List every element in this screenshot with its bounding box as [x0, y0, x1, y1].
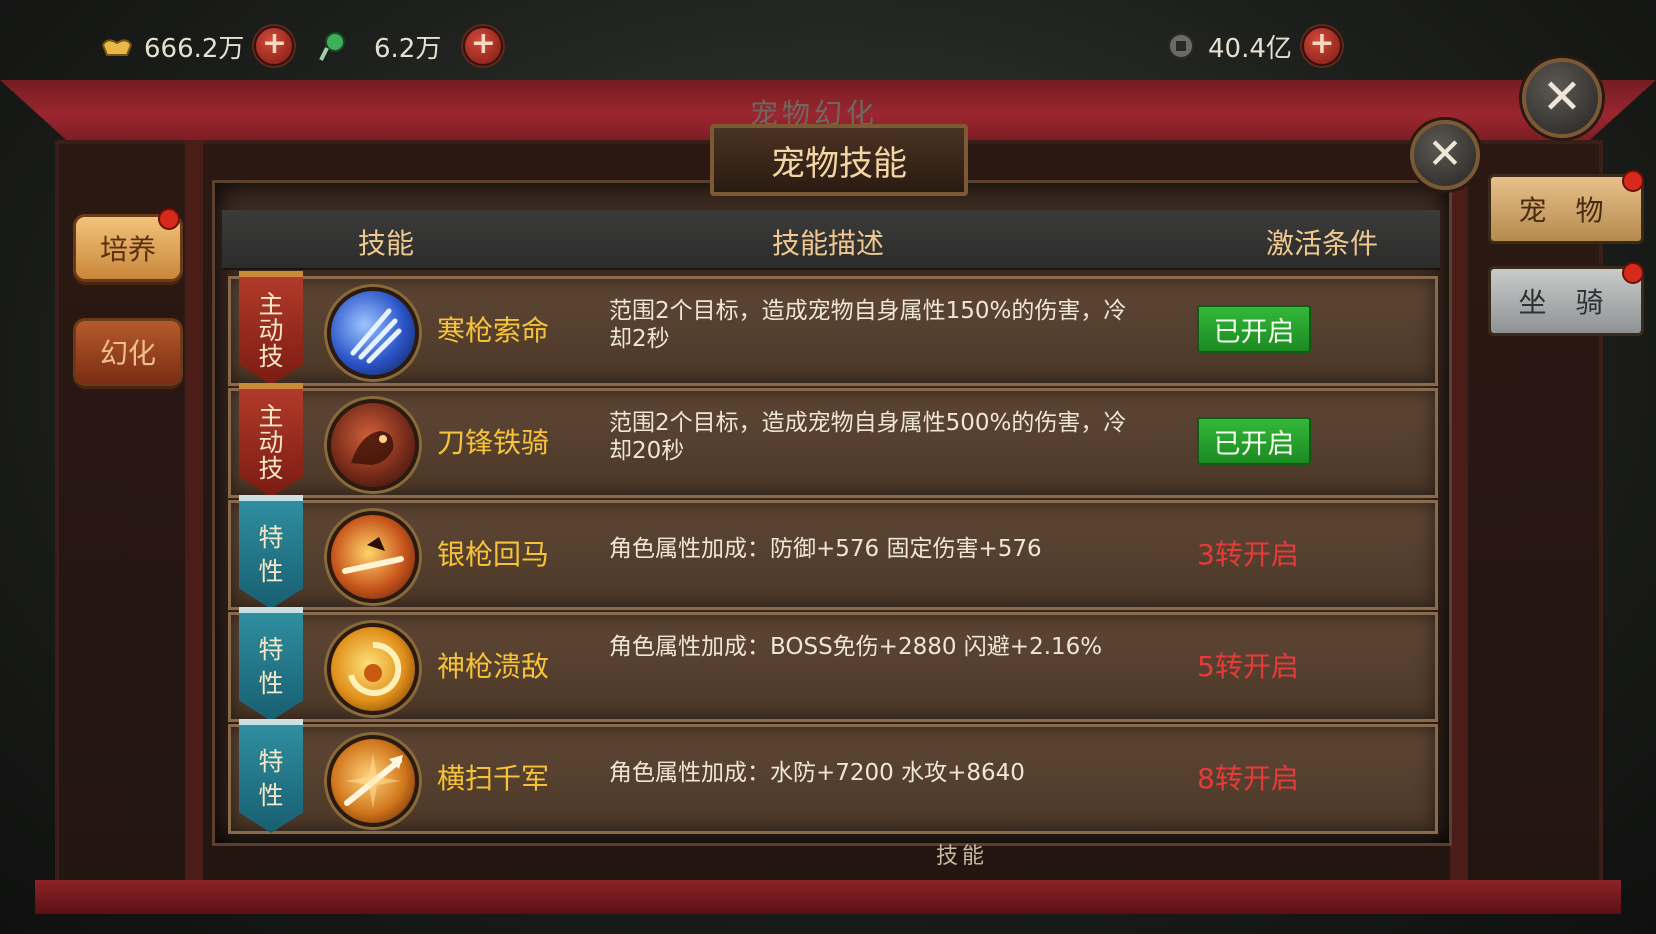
skill-description: 范围2个目标，造成宠物自身属性150%的伤害，冷却2秒	[609, 298, 1127, 352]
skill-name: 刀锋铁骑	[437, 426, 550, 459]
resource-gold: 666.2万 +	[100, 24, 295, 68]
skill-row[interactable]: 特 性 横扫千军 角色属性加成：水防+7200 水攻+8640 8转开启	[228, 719, 1438, 834]
jade-icon	[316, 29, 350, 63]
unlock-condition: 8转开启	[1197, 762, 1299, 795]
skill-type-badge: 特 性	[239, 607, 303, 721]
header-description: 技能描述	[772, 227, 885, 260]
coin-amount: 40.4亿	[1208, 33, 1292, 64]
divine-spear-icon[interactable]	[327, 623, 419, 715]
notification-dot	[1622, 170, 1644, 192]
close-window-button[interactable]: ✕	[1522, 58, 1602, 138]
add-coin-button[interactable]: +	[1301, 26, 1342, 66]
skill-row[interactable]: 特 性 银枪回马 角色属性加成：防御+576 固定伤害+576 3转开启	[228, 495, 1438, 610]
close-dialog-button[interactable]: ✕	[1410, 120, 1480, 190]
skill-row[interactable]: 主 动 技 寒枪索命 范围2个目标，造成宠物自身属性150%的伤害，冷却2秒 已…	[228, 271, 1438, 386]
unlock-condition: 5转开启	[1197, 650, 1299, 683]
skill-type-badge: 主 动 技	[239, 383, 303, 497]
skill-description: 角色属性加成：水防+7200 水攻+8640	[609, 760, 1025, 786]
silver-spear-icon[interactable]	[327, 511, 419, 603]
tab-mount[interactable]: 坐 骑	[1488, 266, 1644, 336]
skill-name: 银枪回马	[437, 538, 550, 571]
frame-base	[35, 880, 1621, 914]
add-jade-button[interactable]: +	[463, 26, 504, 66]
tab-pet[interactable]: 宠 物	[1488, 174, 1644, 244]
skill-type-badge: 主 动 技	[239, 271, 303, 385]
frame-pillar-left	[185, 140, 203, 900]
table-header: 技能 技能描述 激活条件	[222, 210, 1440, 270]
header-condition: 激活条件	[1266, 227, 1379, 260]
frame-pillar-right	[1450, 140, 1468, 900]
resource-jade: 6.2万 +	[316, 24, 504, 68]
dialog-title: 宠物技能	[710, 124, 968, 196]
skill-description: 角色属性加成：BOSS免伤+2880 闪避+2.16%	[609, 634, 1103, 660]
gold-amount: 666.2万	[144, 33, 245, 64]
skill-description: 角色属性加成：防御+576 固定伤害+576	[609, 536, 1042, 562]
skill-row[interactable]: 特 性 神枪溃敌 角色属性加成：BOSS免伤+2880 闪避+2.16% 5转开…	[228, 607, 1438, 722]
status-unlocked: 已开启	[1197, 417, 1311, 465]
skill-type-badge: 特 性	[239, 495, 303, 609]
unlock-condition: 3转开启	[1197, 538, 1299, 571]
tab-skills[interactable]: 技能	[936, 838, 988, 870]
notification-dot	[1622, 262, 1644, 284]
add-gold-button[interactable]: +	[254, 26, 295, 66]
skill-name: 神枪溃敌	[437, 650, 550, 683]
status-unlocked: 已开启	[1197, 305, 1311, 353]
coin-icon	[1164, 29, 1198, 63]
resource-coin: 40.4亿 +	[1164, 24, 1342, 68]
skill-name: 寒枪索命	[437, 314, 550, 347]
ice-spear-icon[interactable]	[327, 287, 419, 379]
skill-description: 范围2个目标，造成宠物自身属性500%的伤害，冷却20秒	[609, 410, 1127, 464]
skill-row[interactable]: 主 动 技 刀锋铁骑 范围2个目标，造成宠物自身属性500%的伤害，冷却20秒 …	[228, 383, 1438, 498]
iron-cavalry-icon[interactable]	[327, 399, 419, 491]
header-skill: 技能	[358, 227, 415, 260]
notification-dot	[158, 208, 180, 230]
tab-transform[interactable]: 幻化	[73, 318, 183, 386]
skill-type-badge: 特 性	[239, 719, 303, 833]
jade-amount: 6.2万	[374, 33, 442, 64]
skill-name: 横扫千军	[437, 762, 550, 795]
sweep-icon[interactable]	[327, 735, 419, 827]
gold-ingot-icon	[100, 29, 134, 63]
